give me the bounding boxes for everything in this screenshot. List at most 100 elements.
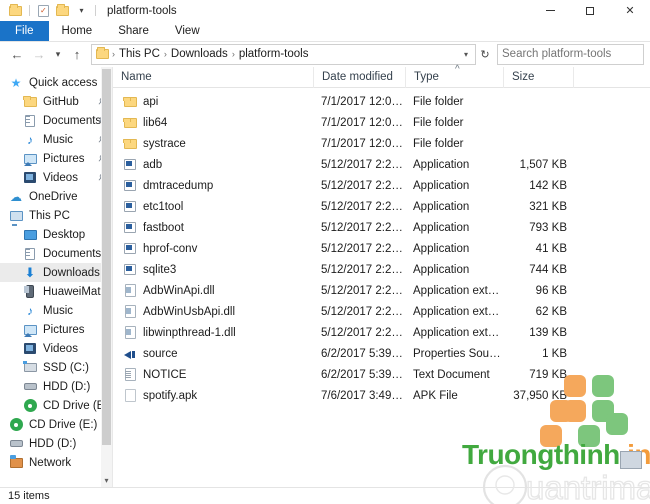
search-box[interactable]	[497, 43, 650, 65]
table-row[interactable]: source 6/2/2017 5:39 AM Properties Source …	[113, 343, 650, 364]
cell-type: Properties Source ...	[413, 347, 503, 360]
cell-size: 321 KB	[529, 200, 567, 213]
dll-icon	[123, 284, 137, 298]
window-title: platform-tools	[107, 4, 177, 17]
recent-locations-chevron-icon[interactable]: ▾	[50, 43, 66, 65]
column-header-type-label: Type	[414, 71, 439, 83]
column-header-size[interactable]: Size	[503, 66, 573, 88]
folder-icon[interactable]	[6, 1, 25, 20]
documents-icon	[22, 113, 38, 129]
search-input[interactable]	[502, 48, 650, 60]
cell-type: File folder	[413, 116, 464, 129]
properties-icon[interactable]	[34, 1, 53, 20]
pictures-icon	[22, 322, 38, 338]
breadcrumb-this-pc[interactable]: This PC	[116, 48, 163, 60]
application-icon	[123, 200, 137, 214]
window-controls: ✕	[530, 0, 650, 21]
cell-date-modified: 5/12/2017 2:25 PM	[321, 179, 405, 192]
cell-date-modified: 5/12/2017 2:25 PM	[321, 326, 405, 339]
sidebar-item-documents[interactable]: Documents⚲	[0, 111, 112, 130]
cell-name: fastboot	[113, 221, 313, 235]
minimize-button[interactable]	[530, 0, 570, 21]
table-row[interactable]: dmtracedump 5/12/2017 2:25 PM Application 1…	[113, 175, 650, 196]
column-header-date-modified[interactable]: Date modified	[313, 66, 405, 88]
sidebar-item-this-pc[interactable]: This PC	[0, 206, 112, 225]
folder-icon	[123, 137, 137, 151]
sidebar-item-network[interactable]: Network	[0, 453, 112, 472]
address-bar[interactable]: › This PC › Downloads › platform-tools ▾	[91, 43, 476, 65]
file-list-pane: Name Date modified Type ^ Size api 7/1/20…	[112, 64, 650, 504]
file-name-label: hprof-conv	[143, 242, 198, 255]
sidebar-item-hdd-d[interactable]: HDD (D:)	[0, 434, 112, 453]
cd-drive-icon	[22, 398, 38, 414]
navigation-scrollbar[interactable]: ▾	[101, 67, 112, 487]
sidebar-item-pictures[interactable]: Pictures	[0, 320, 112, 339]
downloads-icon: ⬇	[24, 265, 36, 280]
sidebar-item-onedrive[interactable]: ☁ OneDrive	[0, 187, 112, 206]
address-dropdown-chevron-icon[interactable]: ▾	[459, 50, 473, 59]
refresh-icon[interactable]: ↻	[476, 44, 494, 65]
cell-type: Application extens...	[413, 284, 503, 297]
sidebar-item-hdd-d[interactable]: HDD (D:)	[0, 377, 112, 396]
cell-name: lib64	[113, 116, 313, 130]
sidebar-item-ssd-c[interactable]: SSD (C:)	[0, 358, 112, 377]
maximize-button[interactable]	[570, 0, 610, 21]
up-button[interactable]: ↑	[66, 43, 88, 65]
column-header-type[interactable]: Type ^	[405, 64, 503, 88]
sidebar-item-videos[interactable]: Videos⚲	[0, 168, 112, 187]
sidebar-item-label: GitHub	[43, 95, 79, 108]
table-row[interactable]: lib64 7/1/2017 12:07 AM File folder	[113, 112, 650, 133]
tab-view[interactable]: View	[162, 21, 213, 41]
sidebar-item-downloads[interactable]: ⬇ Downloads	[0, 263, 112, 282]
table-row[interactable]: spotify.apk 7/6/2017 3:49 PM APK File 37,95…	[113, 385, 650, 406]
table-row[interactable]: systrace 7/1/2017 12:07 AM File folder	[113, 133, 650, 154]
file-rows: api 7/1/2017 12:07 AM File folder lib64 7/1/…	[113, 88, 650, 487]
sidebar-item-pictures[interactable]: Pictures⚲	[0, 149, 112, 168]
sidebar-item-label: Videos	[43, 171, 78, 184]
sidebar-item-videos[interactable]: Videos	[0, 339, 112, 358]
sidebar-item-huaweimate9[interactable]: HuaweiMate9	[0, 282, 112, 301]
sidebar-item-music[interactable]: ♪ Music	[0, 301, 112, 320]
file-name-label: AdbWinUsbApi.dll	[143, 305, 236, 318]
table-row[interactable]: NOTICE 6/2/2017 5:39 AM Text Document 719 K…	[113, 364, 650, 385]
address-bar-row: ← → ▾ ↑ › This PC › Downloads › platform…	[0, 42, 650, 67]
sidebar-item-music[interactable]: ♪Music⚲	[0, 130, 112, 149]
folder-icon	[123, 116, 137, 130]
tab-file[interactable]: File	[0, 21, 49, 41]
column-header-name[interactable]: Name	[113, 67, 313, 88]
table-row[interactable]: adb 5/12/2017 2:25 PM Application 1,507 KB	[113, 154, 650, 175]
table-row[interactable]: AdbWinUsbApi.dll 5/12/2017 2:25 PM Applica…	[113, 301, 650, 322]
navigation-list: ★Quick accessGitHub⚲Documents⚲♪Music⚲Pic…	[0, 67, 112, 472]
scroll-down-chevron-icon[interactable]: ▾	[101, 476, 112, 485]
sidebar-item-documents[interactable]: Documents	[0, 244, 112, 263]
tab-home[interactable]: Home	[48, 21, 106, 41]
navigation-scroll-thumb[interactable]	[102, 69, 111, 445]
table-row[interactable]: fastboot 5/12/2017 2:25 PM Application 793 …	[113, 217, 650, 238]
table-row[interactable]: api 7/1/2017 12:07 AM File folder	[113, 91, 650, 112]
customize-chevron-icon[interactable]: ▾	[72, 1, 91, 20]
table-row[interactable]: hprof-conv 5/12/2017 2:25 PM Application 41…	[113, 238, 650, 259]
new-folder-icon[interactable]	[53, 1, 72, 20]
sidebar-item-github[interactable]: GitHub⚲	[0, 92, 112, 111]
breadcrumb-downloads[interactable]: Downloads	[168, 48, 231, 60]
sidebar-item-cd-drive-e-my[interactable]: CD Drive (E:) My	[0, 396, 112, 415]
sidebar-item-cd-drive-e-my-c[interactable]: CD Drive (E:) My C	[0, 415, 112, 434]
cell-size: 1,507 KB	[519, 158, 567, 171]
sidebar-item-quick-access[interactable]: ★ Quick access	[0, 73, 112, 92]
close-button[interactable]: ✕	[610, 0, 650, 21]
file-name-label: NOTICE	[143, 368, 187, 381]
table-row[interactable]: libwinpthread-1.dll 5/12/2017 2:25 PM Appl…	[113, 322, 650, 343]
sidebar-item-label: Music	[43, 304, 74, 317]
table-row[interactable]: AdbWinApi.dll 5/12/2017 2:25 PM Applicatio…	[113, 280, 650, 301]
forward-button[interactable]: →	[28, 43, 50, 65]
breadcrumb-platform-tools[interactable]: platform-tools	[236, 48, 312, 60]
tab-share[interactable]: Share	[105, 21, 162, 41]
table-row[interactable]: etc1tool 5/12/2017 2:25 PM Application 321 …	[113, 196, 650, 217]
sidebar-item-desktop[interactable]: Desktop	[0, 225, 112, 244]
cell-date-modified: 7/1/2017 12:07 AM	[321, 116, 405, 129]
back-button[interactable]: ←	[6, 43, 28, 65]
cell-name: spotify.apk	[113, 389, 313, 403]
cell-date-modified: 5/12/2017 2:25 PM	[321, 284, 405, 297]
table-row[interactable]: sqlite3 5/12/2017 2:25 PM Application 744 K…	[113, 259, 650, 280]
cell-type: Application	[413, 263, 470, 276]
